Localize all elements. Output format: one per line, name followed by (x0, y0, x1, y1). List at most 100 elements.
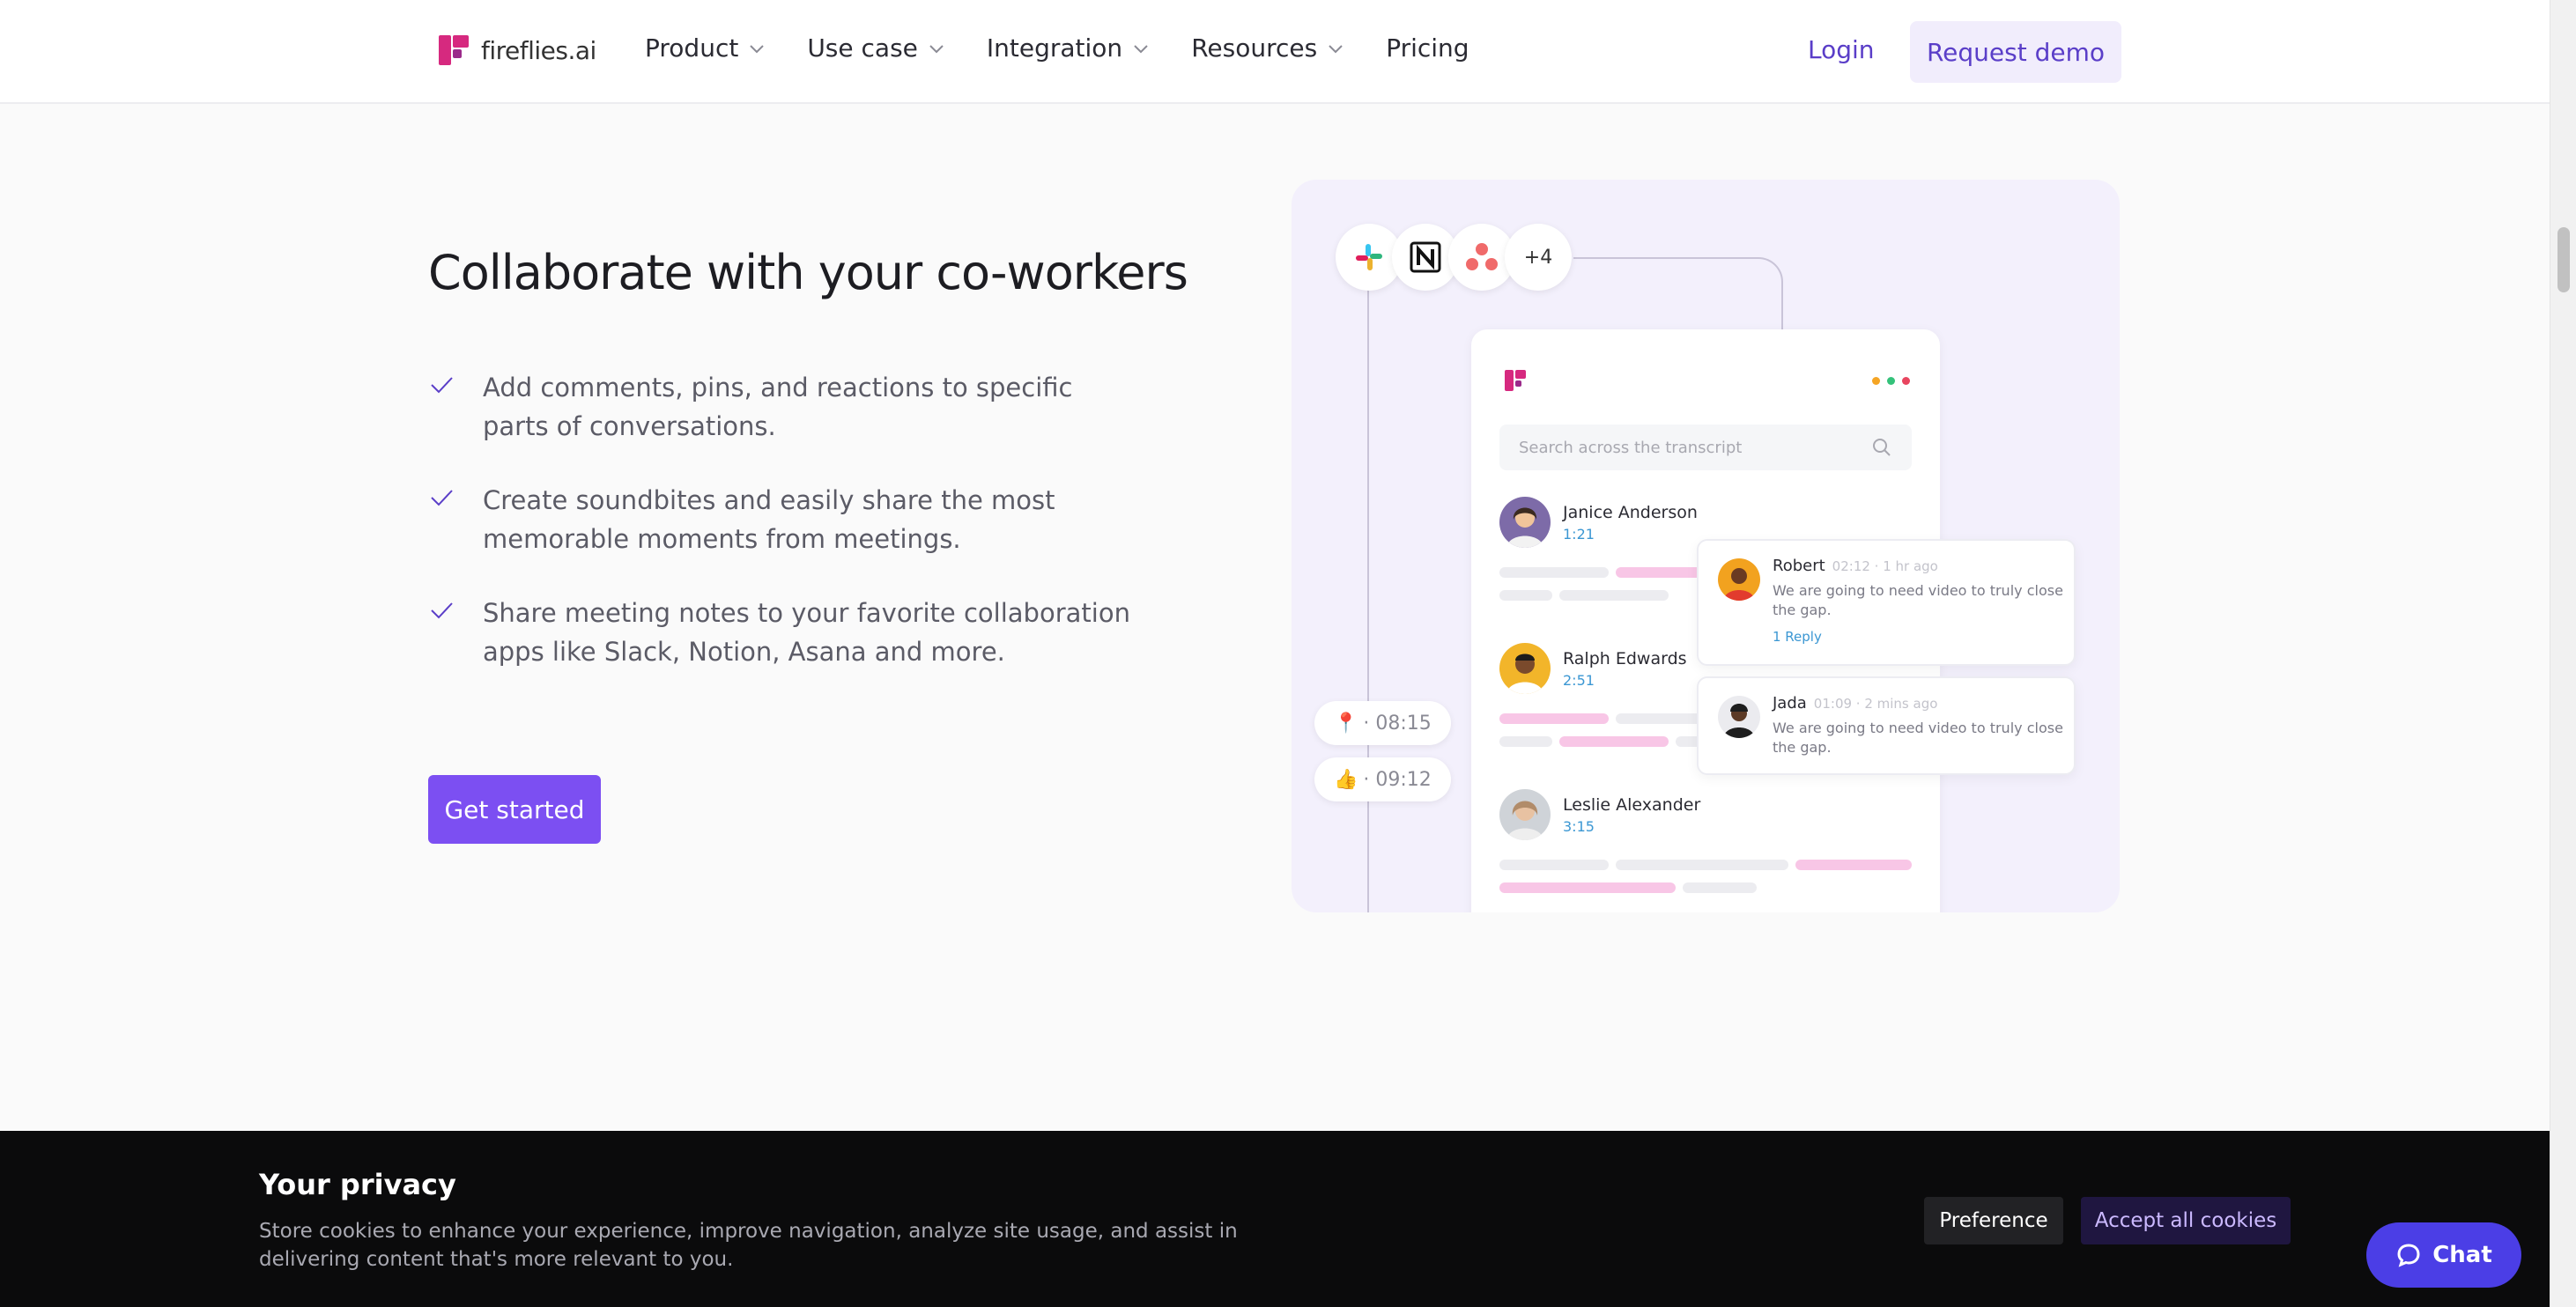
checkmark-icon (431, 490, 453, 506)
cookie-text: Store cookies to enhance your experience… (259, 1220, 1238, 1271)
transcript-bar-highlight (1499, 713, 1609, 724)
timeline-line (1367, 277, 1369, 912)
transcript-bar (1499, 567, 1609, 578)
transcript-bar-highlight (1559, 736, 1669, 747)
speaker-name: Leslie Alexander (1563, 794, 1701, 815)
comment-text: We are going to need video to truly clos… (1773, 720, 2063, 756)
preference-button[interactable]: Preference (1924, 1197, 2063, 1244)
speaker-row: Janice Anderson 1:21 (1499, 497, 1698, 548)
transcript-bar (1683, 882, 1757, 893)
transcript-bar-highlight (1795, 860, 1912, 870)
dot-green (1887, 377, 1895, 385)
reaction-time: · 09:12 (1363, 768, 1432, 791)
transcript-bar (1616, 860, 1788, 870)
avatar (1718, 558, 1760, 601)
page-scrollbar[interactable] (2550, 0, 2576, 1307)
dot-red (1902, 377, 1910, 385)
speaker-name: Ralph Edwards (1563, 648, 1687, 668)
fireflies-logo-icon (439, 35, 469, 65)
reaction-marker: 👍 · 09:12 (1314, 757, 1451, 801)
transcript-bar-highlight (1616, 567, 1704, 578)
comment-author: Jada 01:09 · 2 mins ago (1773, 694, 1937, 713)
login-link[interactable]: Login (1808, 35, 1875, 64)
transcript-bar (1499, 860, 1609, 870)
comment-author-name: Robert (1773, 557, 1825, 575)
speaker-time: 2:51 (1563, 671, 1595, 689)
comment-card: Robert 02:12 · 1 hr ago We are going to n… (1697, 539, 2076, 666)
thumbs-up-icon: 👍 (1334, 768, 1358, 791)
nav-item-resources[interactable]: Resources (1191, 33, 1345, 63)
section-title: Collaborate with your co-workers (428, 245, 1188, 300)
fireflies-logo[interactable]: fireflies.ai (437, 33, 596, 67)
chat-button[interactable]: Chat (2366, 1222, 2521, 1288)
dot-orange (1872, 377, 1880, 385)
checkmark-icon (431, 377, 453, 394)
connector-line (1573, 257, 1783, 333)
transcript-bar (1499, 590, 1552, 601)
comment-meta: 02:12 · 1 hr ago (1832, 558, 1938, 574)
checkmark-icon (431, 602, 453, 619)
pin-time: · 08:15 (1363, 712, 1432, 735)
request-demo-button[interactable]: Request demo (1910, 21, 2121, 83)
feature-text: Add comments, pins, and reactions to spe… (483, 373, 1073, 441)
fireflies-logo-icon (1505, 370, 1526, 391)
scrollbar-thumb[interactable] (2557, 227, 2570, 292)
speaker-time: 3:15 (1563, 817, 1595, 835)
chat-bubble-icon (2397, 1244, 2420, 1267)
nav-item-use-case[interactable]: Use case (807, 33, 946, 63)
nav-links: Product Use case Integration Resources P… (645, 33, 1510, 63)
cookie-banner: Your privacy Store cookies to enhance yo… (0, 1131, 2550, 1307)
accept-all-cookies-button[interactable]: Accept all cookies (2081, 1197, 2291, 1244)
avatar (1499, 497, 1551, 548)
avatar (1499, 789, 1551, 840)
nav-item-label: Product (645, 33, 739, 63)
pin-icon: 📍 (1334, 712, 1358, 735)
chat-label: Chat (2432, 1242, 2492, 1268)
nav-item-label: Resources (1191, 33, 1318, 63)
comment-meta: 01:09 · 2 mins ago (1813, 696, 1938, 712)
feature-text: Create soundbites and easily share the m… (483, 485, 1055, 554)
chevron-down-icon (750, 44, 765, 53)
speaker-name: Janice Anderson (1563, 502, 1698, 522)
window-dots (1872, 377, 1910, 385)
collaboration-illustration: +4 Search across the transcript Janice A… (1292, 180, 2120, 912)
nav-item-integration[interactable]: Integration (987, 33, 1151, 63)
comment-author-name: Jada (1773, 694, 1807, 713)
pin-marker: 📍 · 08:15 (1314, 701, 1451, 745)
top-navigation: fireflies.ai Product Use case Integratio… (0, 0, 2550, 104)
feature-text: Share meeting notes to your favorite col… (483, 598, 1130, 667)
more-integrations-badge: +4 (1505, 224, 1572, 291)
logo-text: fireflies.ai (481, 35, 596, 65)
get-started-button[interactable]: Get started (428, 775, 601, 844)
feature-list: Add comments, pins, and reactions to spe… (428, 368, 1133, 706)
chevron-down-icon (1134, 44, 1148, 53)
avatar (1718, 696, 1760, 738)
search-icon (1873, 439, 1891, 456)
search-placeholder: Search across the transcript (1519, 438, 1743, 457)
nav-item-product[interactable]: Product (645, 33, 766, 63)
transcript-bar (1559, 590, 1669, 601)
chevron-down-icon (1329, 44, 1343, 53)
comment-author: Robert 02:12 · 1 hr ago (1773, 557, 1938, 575)
feature-item: Create soundbites and easily share the m… (428, 481, 1133, 558)
comment-text: We are going to need video to truly clos… (1773, 582, 2063, 618)
nav-item-label: Use case (807, 33, 918, 63)
nav-item-pricing[interactable]: Pricing (1386, 33, 1469, 63)
comment-card: Jada 01:09 · 2 mins ago We are going to n… (1697, 676, 2076, 775)
nav-item-label: Integration (986, 33, 1123, 63)
feature-item: Add comments, pins, and reactions to spe… (428, 368, 1133, 446)
comment-reply-link: 1 Reply (1773, 629, 1822, 645)
transcript-search: Search across the transcript (1499, 425, 1912, 470)
speaker-row: Leslie Alexander 3:15 (1499, 789, 1700, 840)
transcript-bar (1499, 736, 1552, 747)
avatar (1499, 643, 1551, 694)
nav-item-label: Pricing (1386, 33, 1469, 63)
cookie-title: Your privacy (259, 1168, 456, 1201)
feature-item: Share meeting notes to your favorite col… (428, 594, 1133, 671)
speaker-row: Ralph Edwards 2:51 (1499, 643, 1687, 694)
speaker-time: 1:21 (1563, 525, 1595, 543)
integration-icons: +4 (1336, 224, 1572, 291)
chevron-down-icon (929, 44, 944, 53)
transcript-bar (1616, 713, 1704, 724)
transcript-bar-highlight (1499, 882, 1676, 893)
